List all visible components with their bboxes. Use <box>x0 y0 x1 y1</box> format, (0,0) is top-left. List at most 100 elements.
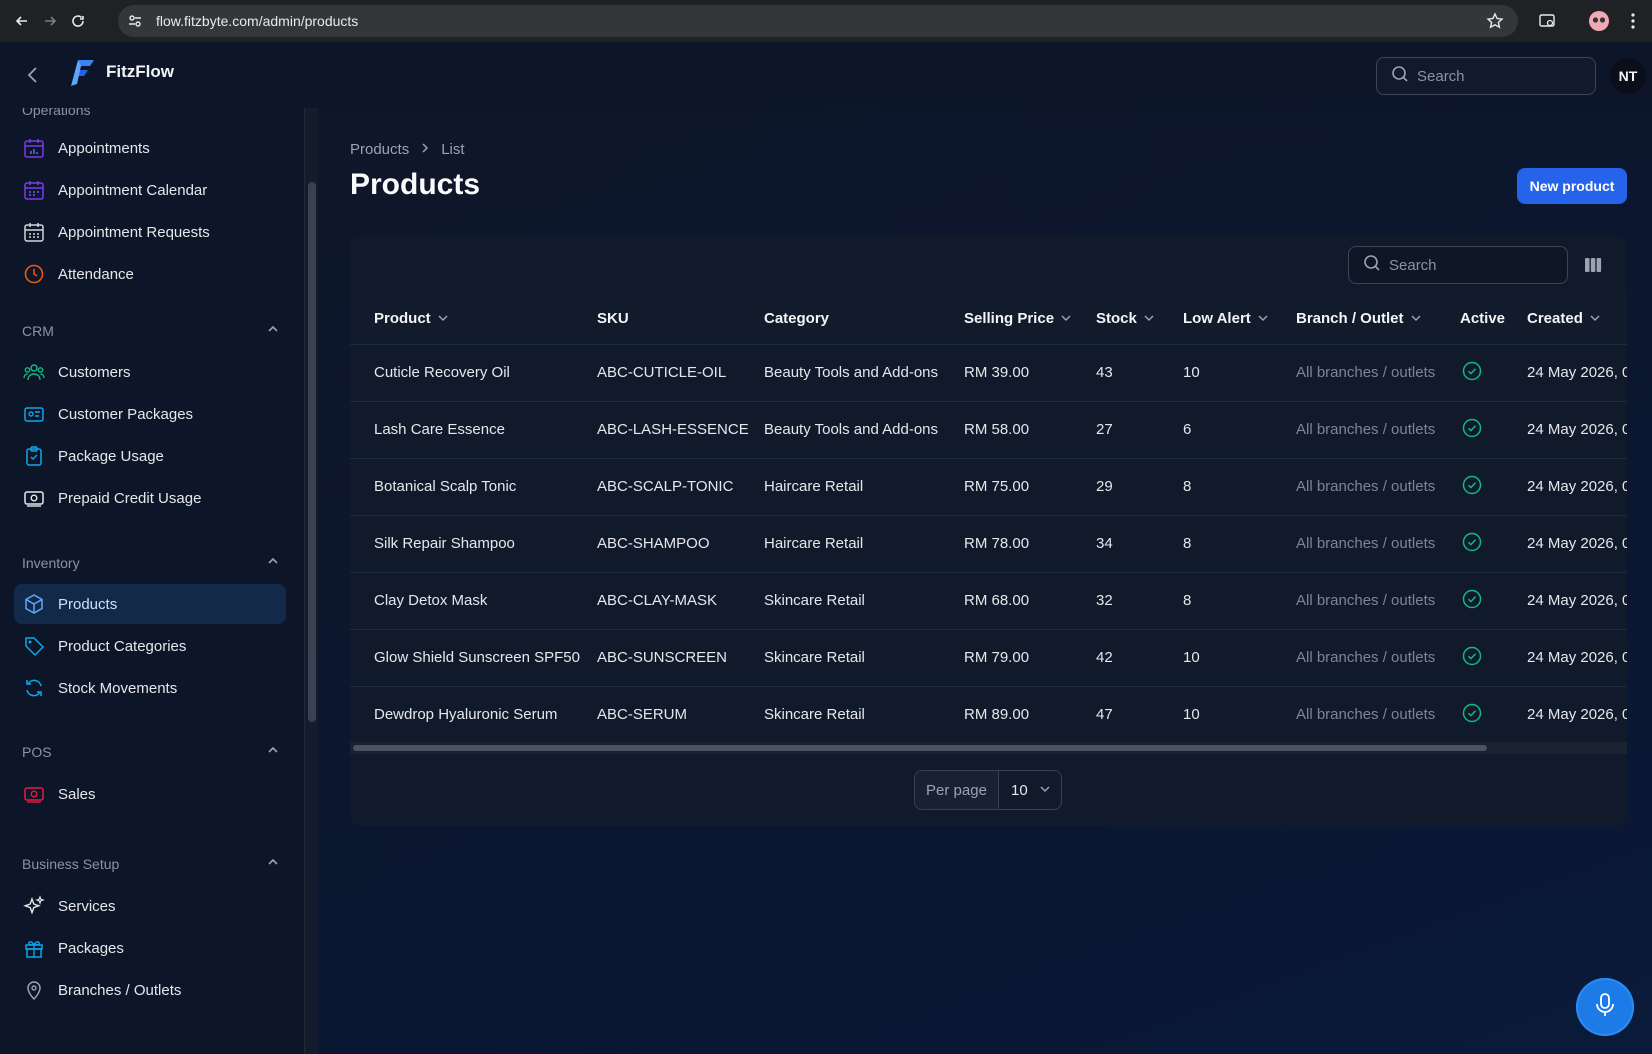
table-scrollbar-thumb[interactable] <box>353 745 1487 751</box>
check-circle-icon <box>1462 589 1482 613</box>
sidebar-item-prepaid-credit-usage[interactable]: Prepaid Credit Usage <box>14 478 286 518</box>
table-row[interactable]: Dewdrop Hyaluronic Serum ABC-SERUM Skincar… <box>350 686 1627 743</box>
table-row[interactable]: Botanical Scalp Tonic ABC-SCALP-TONIC Hair… <box>350 458 1627 515</box>
column-header-label: Stock <box>1096 309 1137 327</box>
cell-active <box>1460 401 1527 458</box>
table-row[interactable]: Glow Shield Sunscreen SPF50 ABC-SUNSCREEN… <box>350 629 1627 686</box>
column-header-product[interactable]: Product <box>350 294 597 344</box>
main-content: Products List Products New product Searc… <box>318 108 1652 1054</box>
sidebar-item-packages[interactable]: Packages <box>14 928 286 968</box>
column-header-label: Selling Price <box>964 309 1055 327</box>
browser-menu-icon[interactable] <box>1620 8 1646 34</box>
column-header-selling-price[interactable]: Selling Price <box>964 294 1096 344</box>
breadcrumb-products-link[interactable]: Products <box>350 141 409 158</box>
chevron-up-icon <box>266 554 280 573</box>
column-header-category: Category <box>764 294 964 344</box>
table-row[interactable]: Cuticle Recovery Oil ABC-CUTICLE-OIL Beaut… <box>350 344 1627 401</box>
cell-sku: ABC-CUTICLE-OIL <box>597 364 727 381</box>
browser-toolbar: flow.fitzbyte.com/admin/products <box>0 0 1652 42</box>
site-settings-icon[interactable] <box>118 13 152 29</box>
sidebar-item-sales[interactable]: Sales <box>14 774 286 814</box>
cell-stock: 47 <box>1096 706 1113 724</box>
table-row[interactable]: Silk Repair Shampoo ABC-SHAMPOO Haircare R… <box>350 515 1627 572</box>
cell-category: Beauty Tools and Add-ons <box>764 364 939 381</box>
cell-category: Skincare Retail <box>764 592 865 609</box>
cell-sku: ABC-SHAMPOO <box>597 535 710 552</box>
sidebar-item-stock-movements[interactable]: Stock Movements <box>14 668 286 708</box>
global-search-placeholder: Search <box>1417 67 1465 85</box>
fitzflow-logo[interactable] <box>68 58 96 88</box>
sidebar-item-products[interactable]: Products <box>14 584 286 624</box>
cell-category: Beauty Tools and Add-ons <box>764 421 939 438</box>
chevron-down-icon <box>1039 782 1051 799</box>
table-search-input[interactable]: Search <box>1348 246 1568 284</box>
banknote-icon <box>22 486 46 510</box>
address-bar[interactable]: flow.fitzbyte.com/admin/products <box>118 5 1518 37</box>
per-page-dropdown[interactable]: 10 <box>999 771 1061 809</box>
column-header-label: Product <box>374 309 431 327</box>
global-search-input[interactable]: Search <box>1376 57 1596 95</box>
cell-product: Dewdrop Hyaluronic Serum <box>374 706 558 724</box>
per-page-label: Per page <box>915 771 999 809</box>
sidebar-group-operations[interactable]: Operations <box>22 108 90 118</box>
cash-icon <box>22 782 46 806</box>
bookmark-star-icon[interactable] <box>1486 12 1504 35</box>
column-header-low-alert[interactable]: Low Alert <box>1183 294 1296 344</box>
table-horizontal-scrollbar[interactable] <box>350 742 1627 754</box>
cell-stock: 32 <box>1096 592 1113 609</box>
cell-low-alert: 8 <box>1183 478 1192 495</box>
sidebar-group-crm[interactable]: CRM <box>22 320 280 342</box>
sidebar-scrollbar-thumb[interactable] <box>308 182 316 722</box>
sidebar-item-appointment-requests[interactable]: Appointment Requests <box>14 212 286 252</box>
cell-low-alert: 10 <box>1183 706 1200 724</box>
table-row[interactable]: Clay Detox Mask ABC-CLAY-MASK Skincare Ret… <box>350 572 1627 629</box>
cell-active <box>1460 572 1527 629</box>
cell-category: Haircare Retail <box>764 535 864 552</box>
sidebar-item-customers[interactable]: Customers <box>14 352 286 392</box>
new-product-button[interactable]: New product <box>1517 168 1627 204</box>
reload-icon[interactable] <box>64 7 92 35</box>
tab-search-icon[interactable] <box>1534 8 1560 34</box>
user-avatar[interactable]: NT <box>1610 58 1646 94</box>
sidebar-item-appointment-calendar[interactable]: Appointment Calendar <box>14 170 286 210</box>
sidebar-item-package-usage[interactable]: Package Usage <box>14 436 286 476</box>
columns-toggle-icon[interactable] <box>1582 254 1604 276</box>
column-header-branch-outlet[interactable]: Branch / Outlet <box>1296 294 1460 344</box>
sidebar-item-label: Appointment Calendar <box>58 181 208 199</box>
cell-selling-price: RM 58.00 <box>964 421 1030 438</box>
table-row[interactable]: Lash Care Essence ABC-LASH-ESSENCE Beauty … <box>350 401 1627 458</box>
profile-icon[interactable] <box>1586 8 1612 34</box>
column-header-created[interactable]: Created <box>1527 294 1627 344</box>
sidebar-item-product-categories[interactable]: Product Categories <box>14 626 286 666</box>
sidebar-item-appointments[interactable]: Appointments <box>14 128 286 168</box>
sidebar-item-label: Sales <box>58 785 96 803</box>
check-circle-icon <box>1462 361 1482 385</box>
sidebar-group-pos[interactable]: POS <box>22 741 280 763</box>
cell-branch-outlet: All branches / outlets <box>1296 535 1436 552</box>
sidebar-item-label: Branches / Outlets <box>58 981 182 999</box>
cube-icon <box>22 592 46 616</box>
calendar-icon <box>22 178 46 202</box>
clock-icon <box>22 262 46 286</box>
sidebar-item-customer-packages[interactable]: Customer Packages <box>14 394 286 434</box>
back-icon[interactable] <box>8 7 36 35</box>
cell-selling-price: RM 39.00 <box>964 364 1030 381</box>
column-header-stock[interactable]: Stock <box>1096 294 1183 344</box>
per-page-select[interactable]: Per page 10 <box>914 770 1062 810</box>
sidebar-item-branches-outlets[interactable]: Branches / Outlets <box>14 970 286 1010</box>
sidebar-group-label: Business Setup <box>22 856 120 872</box>
chevron-down-icon <box>1060 311 1072 328</box>
sidebar-item-services[interactable]: Services <box>14 886 286 926</box>
products-table: Product SKU Category Selling Price Stock… <box>350 294 1627 743</box>
cell-category: Skincare Retail <box>764 649 865 666</box>
sidebar-scrollbar[interactable] <box>304 108 318 1054</box>
sidebar-group-business-setup[interactable]: Business Setup <box>22 853 280 875</box>
collapse-sidebar-icon[interactable] <box>22 64 44 86</box>
cell-stock: 42 <box>1096 649 1113 666</box>
sidebar-group-inventory[interactable]: Inventory <box>22 552 280 574</box>
forward-icon[interactable] <box>36 7 64 35</box>
cell-sku: ABC-LASH-ESSENCE <box>597 421 749 438</box>
sidebar-group-label: Inventory <box>22 555 80 571</box>
voice-assistant-button[interactable] <box>1576 978 1634 1036</box>
sidebar-item-attendance[interactable]: Attendance <box>14 254 286 294</box>
